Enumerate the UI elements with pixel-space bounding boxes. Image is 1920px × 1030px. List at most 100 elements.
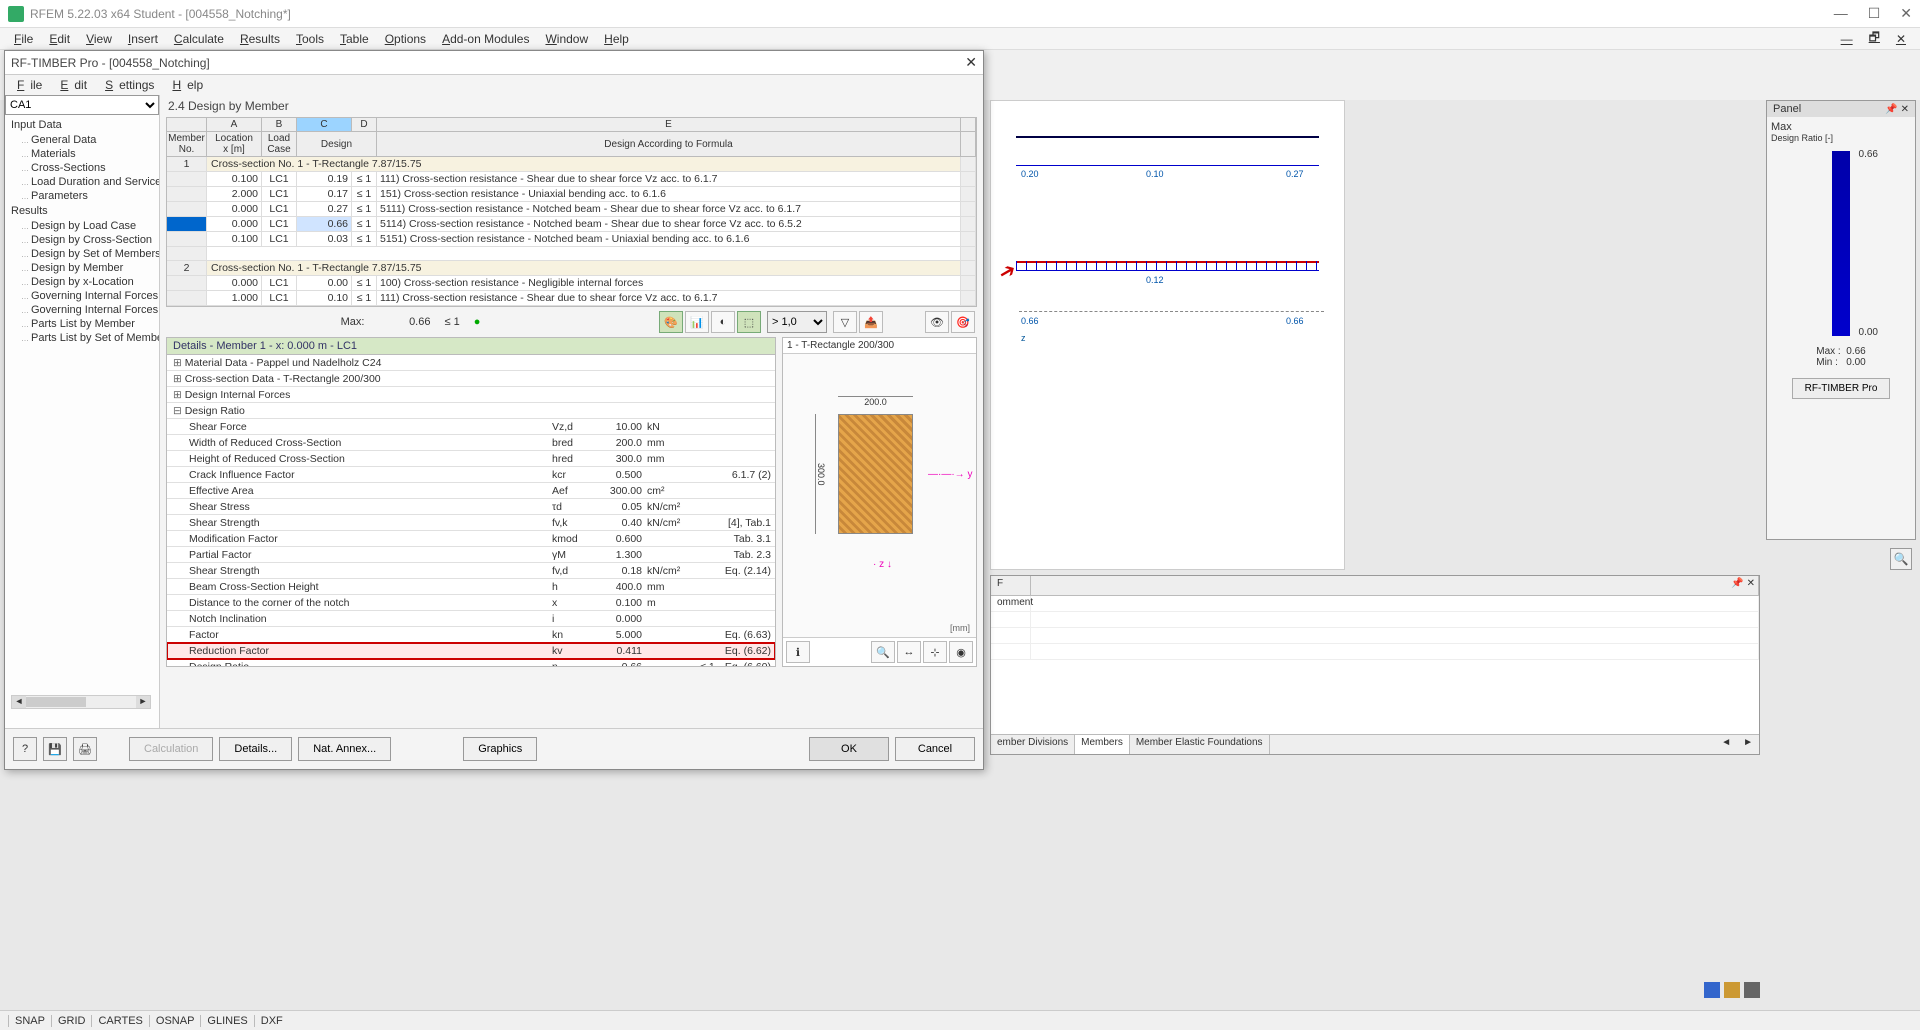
tab-members[interactable]: Members	[1075, 735, 1130, 754]
tab-scroll-left-icon[interactable]: ◄	[1715, 735, 1737, 754]
filter-select[interactable]: > 1,0	[767, 311, 827, 333]
nav-item[interactable]: Cross-Sections	[5, 161, 159, 175]
nav-item[interactable]: Governing Internal Forces by	[5, 303, 159, 317]
print-icon[interactable]: 🖨	[73, 737, 97, 761]
case-selector[interactable]: CA1	[5, 95, 159, 115]
detail-row[interactable]: Notch Inclinationi0.000	[167, 611, 775, 627]
detail-row[interactable]: Shear Strengthfv,k0.40kN/cm²[4], Tab.1	[167, 515, 775, 531]
nav-scrollbar[interactable]: ◄►	[11, 695, 151, 709]
menu-options[interactable]: Options	[377, 32, 434, 46]
nav-item[interactable]: Materials	[5, 147, 159, 161]
menu-view[interactable]: View	[78, 32, 120, 46]
cs-stress-icon[interactable]: ◉	[949, 641, 973, 663]
status-glines[interactable]: GLINES	[200, 1015, 253, 1027]
graphics-button[interactable]: Graphics	[463, 737, 537, 761]
detail-group[interactable]: Design Internal Forces	[167, 387, 775, 403]
detail-row[interactable]: Height of Reduced Cross-Sectionhred300.0…	[167, 451, 775, 467]
filter-btn-3-icon[interactable]: ◐	[711, 311, 735, 333]
help-icon[interactable]: ?	[13, 737, 37, 761]
nav-item[interactable]: Design by Set of Members	[5, 247, 159, 261]
menu-file[interactable]: File	[6, 32, 41, 46]
table-row[interactable]: 0.000LC10.00≤ 1100) Cross-section resist…	[167, 276, 976, 291]
filter-btn-2-icon[interactable]: 📊	[685, 311, 709, 333]
detail-row[interactable]: Partial FactorγM1.300Tab. 2.3	[167, 547, 775, 563]
panel-module-button[interactable]: RF-TIMBER Pro	[1792, 378, 1891, 399]
status-dxf[interactable]: DXF	[254, 1015, 289, 1027]
menu-insert[interactable]: Insert	[120, 32, 166, 46]
filter-apply-icon[interactable]: ▽	[833, 311, 857, 333]
detail-row[interactable]: Shear ForceVz,d10.00kN	[167, 419, 775, 435]
filter-btn-1-icon[interactable]: 🎨	[659, 311, 683, 333]
tab-scroll-right-icon[interactable]: ►	[1737, 735, 1759, 754]
nav-item[interactable]: Parameters	[5, 189, 159, 203]
nav-item[interactable]: Parts List by Member	[5, 317, 159, 331]
detail-row[interactable]: Factorkn5.000Eq. (6.63)	[167, 627, 775, 643]
mdi-minimize-icon[interactable]: —	[1833, 32, 1861, 46]
table-row[interactable]: 0.100LC10.19≤ 1111) Cross-section resist…	[167, 172, 976, 187]
detail-row[interactable]: Crack Influence Factorkcr0.5006.1.7 (2)	[167, 467, 775, 483]
nav-item[interactable]: Design by Load Case	[5, 219, 159, 233]
detail-row[interactable]: Distance to the corner of the notchx0.10…	[167, 595, 775, 611]
detail-row[interactable]: Beam Cross-Section Heighth400.0mm	[167, 579, 775, 595]
menu-addons[interactable]: Add-on Modules	[434, 32, 537, 46]
nav-item[interactable]: Design by x-Location	[5, 275, 159, 289]
details-button[interactable]: Details...	[219, 737, 292, 761]
dmenu-edit[interactable]: Edit	[54, 78, 99, 92]
menu-help[interactable]: Help	[596, 32, 637, 46]
filter-btn-4-icon[interactable]: ⬚	[737, 311, 761, 333]
filter-export-icon[interactable]: 📤	[859, 311, 883, 333]
minimize-icon[interactable]: —	[1834, 5, 1848, 22]
cancel-button[interactable]: Cancel	[895, 737, 975, 761]
status-snap[interactable]: SNAP	[8, 1015, 51, 1027]
menu-edit[interactable]: Edit	[41, 32, 78, 46]
mdi-restore-icon[interactable]: 🗗	[1861, 28, 1888, 49]
menu-window[interactable]: Window	[537, 32, 596, 46]
detail-row[interactable]: Width of Reduced Cross-Sectionbred200.0m…	[167, 435, 775, 451]
results-viewport[interactable]: 0.20 0.10 0.27 ➔ 0.12 0.66 0.66 z	[990, 100, 1345, 570]
menu-table[interactable]: Table	[332, 32, 377, 46]
export-icon[interactable]: 💾	[43, 737, 67, 761]
menu-calculate[interactable]: Calculate	[166, 32, 232, 46]
ok-button[interactable]: OK	[809, 737, 889, 761]
tab-elastic-foundations[interactable]: Member Elastic Foundations	[1130, 735, 1270, 754]
details-table[interactable]: Details - Member 1 - x: 0.000 m - LC1 Ma…	[166, 337, 776, 667]
status-cartes[interactable]: CARTES	[91, 1015, 148, 1027]
results-grid[interactable]: A B C D E Member No. Location x [m] Load…	[166, 117, 977, 307]
nav-item[interactable]: Design by Member	[5, 261, 159, 275]
dmenu-help[interactable]: Help	[166, 78, 215, 92]
table-row[interactable]: 1.000LC10.10≤ 1111) Cross-section resist…	[167, 291, 976, 306]
dmenu-settings[interactable]: Settings	[99, 78, 166, 92]
view-member-icon[interactable]: 👁	[925, 311, 949, 333]
detail-row[interactable]: Shear Strengthfv,d0.18kN/cm²Eq. (2.14)	[167, 563, 775, 579]
bottom-pin-icon[interactable]: 📌 ✕	[1731, 578, 1755, 589]
detail-row[interactable]: Reduction Factorkv0.411Eq. (6.62)	[167, 643, 775, 659]
tab-member-divisions[interactable]: ember Divisions	[991, 735, 1075, 754]
detail-row[interactable]: Effective AreaAef300.00cm²	[167, 483, 775, 499]
status-grid[interactable]: GRID	[51, 1015, 92, 1027]
pin-icon[interactable]: 📌 ✕	[1885, 104, 1909, 115]
cs-info-icon[interactable]: ℹ	[786, 641, 810, 663]
nav-item[interactable]: General Data	[5, 133, 159, 147]
dialog-close-icon[interactable]: ✕	[965, 54, 977, 71]
table-row[interactable]: 2.000LC10.17≤ 1151) Cross-section resist…	[167, 187, 976, 202]
detail-group[interactable]: Material Data - Pappel und Nadelholz C24	[167, 355, 775, 371]
table-row[interactable]: 0.100LC10.03≤ 15151) Cross-section resis…	[167, 232, 976, 247]
detail-row[interactable]: Shear Stressτd0.05kN/cm²	[167, 499, 775, 515]
mini-icon-3[interactable]	[1744, 982, 1760, 998]
nav-item[interactable]: Load Duration and Service Cl	[5, 175, 159, 189]
cs-dim-icon[interactable]: ↔	[897, 641, 921, 663]
menu-tools[interactable]: Tools	[288, 32, 332, 46]
close-icon[interactable]: ✕	[1900, 5, 1912, 22]
maximize-icon[interactable]: ☐	[1868, 5, 1881, 22]
nav-item[interactable]: Governing Internal Forces by	[5, 289, 159, 303]
mini-icon-2[interactable]	[1724, 982, 1740, 998]
bottom-table[interactable]: 📌 ✕ F omment ember Divisions Members Mem…	[990, 575, 1760, 755]
cs-axes-icon[interactable]: ⊹	[923, 641, 947, 663]
table-row[interactable]: 2Cross-section No. 1 - T-Rectangle 7.87/…	[167, 261, 976, 276]
detail-row[interactable]: Design Ratioη0.66≤ 1Eq. (6.60)	[167, 659, 775, 667]
table-row[interactable]: 0.000LC10.66≤ 15114) Cross-section resis…	[167, 217, 976, 232]
table-row[interactable]: 0.000LC10.27≤ 15111) Cross-section resis…	[167, 202, 976, 217]
mini-icon-1[interactable]	[1704, 982, 1720, 998]
nat-annex-button[interactable]: Nat. Annex...	[298, 737, 391, 761]
view-all-icon[interactable]: 🎯	[951, 311, 975, 333]
